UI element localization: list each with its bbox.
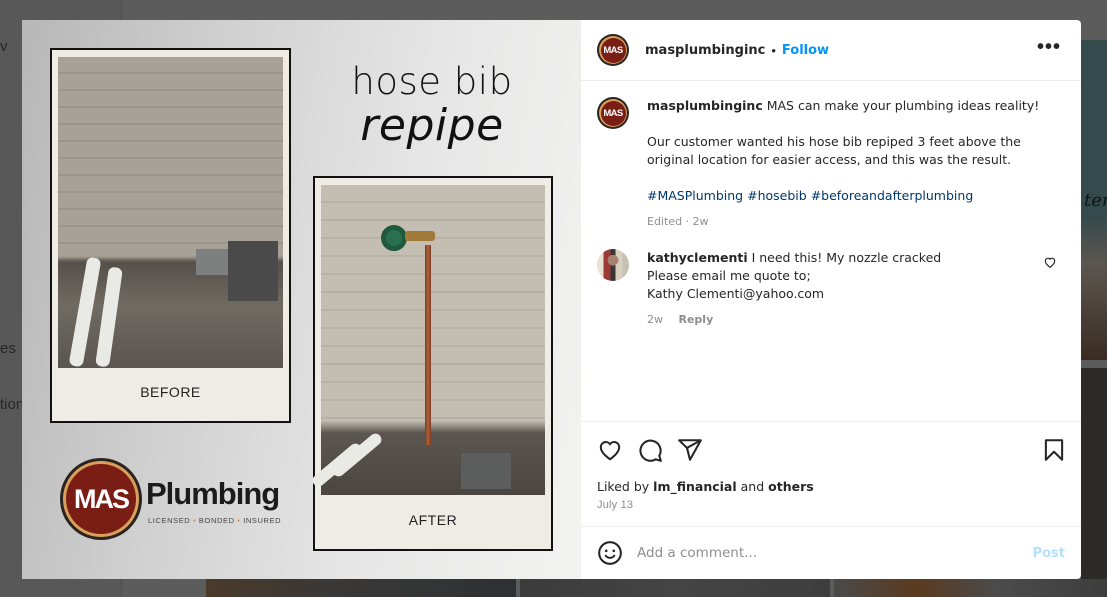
spigot-shape bbox=[405, 231, 435, 241]
after-caption: AFTER bbox=[408, 512, 458, 528]
hashtag-link[interactable]: #beforeandafterplumbing bbox=[811, 188, 974, 203]
before-photo bbox=[58, 57, 283, 368]
author-username[interactable]: masplumbinginc bbox=[645, 43, 765, 58]
post-image[interactable]: BEFORE hose bib repipe AFTER MAS Plumbin… bbox=[22, 20, 581, 579]
comment-text-line3: Kathy Clementi@yahoo.com bbox=[647, 286, 825, 301]
comment-like-heart-icon[interactable] bbox=[1043, 255, 1057, 269]
background-nav-fragment: v bbox=[0, 38, 8, 55]
more-options-icon[interactable]: ••• bbox=[1037, 37, 1061, 57]
caption-paragraph: Our customer wanted his hose bib repiped… bbox=[647, 134, 1021, 167]
emoji-smiley-icon[interactable] bbox=[597, 540, 623, 566]
logo-tagline: LICENSED • BONDED • INSURED bbox=[148, 516, 281, 525]
post-modal: BEFORE hose bib repipe AFTER MAS Plumbin… bbox=[22, 20, 1081, 579]
comment-text-line2: Please email me quote to; bbox=[647, 268, 811, 283]
mas-plumbing-logo: MAS Plumbing LICENSED • BONDED • INSURED bbox=[60, 458, 290, 542]
image-title-line2: repipe bbox=[360, 100, 504, 151]
tagline-insured: INSURED bbox=[243, 516, 282, 525]
tagline-licensed: LICENSED bbox=[148, 516, 191, 525]
caption-meta: Edited · 2w bbox=[647, 215, 709, 228]
post-comment-button[interactable]: Post bbox=[1033, 546, 1065, 561]
avatar-text: MAS bbox=[600, 37, 626, 63]
likes-connector: and bbox=[740, 479, 765, 494]
background-nav-fragment: es bbox=[0, 340, 16, 357]
comment-username[interactable]: kathyclementi bbox=[647, 250, 748, 265]
liker-username[interactable]: lm_financial bbox=[653, 479, 736, 494]
reply-button[interactable]: Reply bbox=[679, 313, 714, 326]
background-tile-text: ter bbox=[1084, 190, 1107, 211]
pipe-shape bbox=[95, 266, 123, 368]
comment-text-line1: I need this! My nozzle cracked bbox=[751, 250, 942, 265]
avatar-text: MAS bbox=[600, 100, 626, 126]
comments-section: MAS masplumbinginc MAS can make your plu… bbox=[581, 81, 1081, 421]
add-comment-bar: Post bbox=[581, 526, 1081, 579]
comment-bubble-icon[interactable] bbox=[637, 437, 663, 463]
copper-pipe-shape bbox=[425, 245, 431, 445]
likes-summary: Liked by lm_financial and others bbox=[597, 479, 814, 494]
save-bookmark-icon[interactable] bbox=[1041, 437, 1067, 463]
post-date[interactable]: July 13 bbox=[597, 499, 633, 511]
background-nav-fragment: tion bbox=[0, 396, 25, 413]
electrical-box-shape bbox=[461, 453, 511, 489]
caption-username[interactable]: masplumbinginc bbox=[647, 98, 763, 113]
background-post-tile bbox=[1081, 368, 1107, 579]
tagline-dot: • bbox=[237, 516, 241, 525]
post-caption: MAS masplumbinginc MAS can make your plu… bbox=[597, 97, 1065, 231]
hashtag-link[interactable]: #MASPlumbing bbox=[647, 188, 743, 203]
follow-button[interactable]: Follow bbox=[782, 43, 829, 58]
post-header: MAS masplumbinginc • Follow ••• bbox=[581, 20, 1081, 81]
meter-box-shape bbox=[228, 241, 278, 301]
post-actions: Liked by lm_financial and others July 13 bbox=[581, 421, 1081, 526]
comment-item: kathyclementi I need this! My nozzle cra… bbox=[597, 249, 1065, 329]
tagline-dot: • bbox=[193, 516, 197, 525]
electrical-box-shape bbox=[196, 249, 228, 275]
caption-hashtags: #MASPlumbing #hosebib #beforeandafterplu… bbox=[647, 187, 1065, 205]
after-photo-frame: AFTER bbox=[310, 176, 553, 551]
valve-handle-shape bbox=[381, 225, 407, 251]
before-photo-frame: BEFORE bbox=[50, 48, 291, 423]
logo-mark: MAS bbox=[66, 464, 136, 534]
after-photo bbox=[310, 185, 545, 495]
tagline-bonded: BONDED bbox=[198, 516, 235, 525]
caption-avatar[interactable]: MAS bbox=[597, 97, 629, 129]
post-details-panel: MAS masplumbinginc • Follow ••• MAS masp… bbox=[581, 20, 1081, 579]
share-paper-plane-icon[interactable] bbox=[677, 437, 703, 463]
image-title-line1: hose bib bbox=[351, 60, 513, 103]
logo-wordmark: Plumbing bbox=[146, 476, 280, 511]
before-caption: BEFORE bbox=[140, 384, 201, 400]
background-post-tile bbox=[834, 579, 1107, 597]
background-post-tile bbox=[206, 579, 516, 597]
add-comment-input[interactable] bbox=[637, 545, 1033, 561]
author-avatar[interactable]: MAS bbox=[597, 34, 629, 66]
background-post-tile bbox=[520, 579, 830, 597]
caption-line1: MAS can make your plumbing ideas reality… bbox=[766, 98, 1040, 113]
likes-others-link[interactable]: others bbox=[768, 479, 814, 494]
like-heart-icon[interactable] bbox=[597, 437, 623, 463]
header-separator: • bbox=[771, 42, 776, 58]
comment-time: 2w bbox=[647, 313, 663, 326]
commenter-avatar[interactable] bbox=[597, 249, 629, 281]
hashtag-link[interactable]: #hosebib bbox=[747, 188, 807, 203]
likes-prefix: Liked by bbox=[597, 479, 650, 494]
